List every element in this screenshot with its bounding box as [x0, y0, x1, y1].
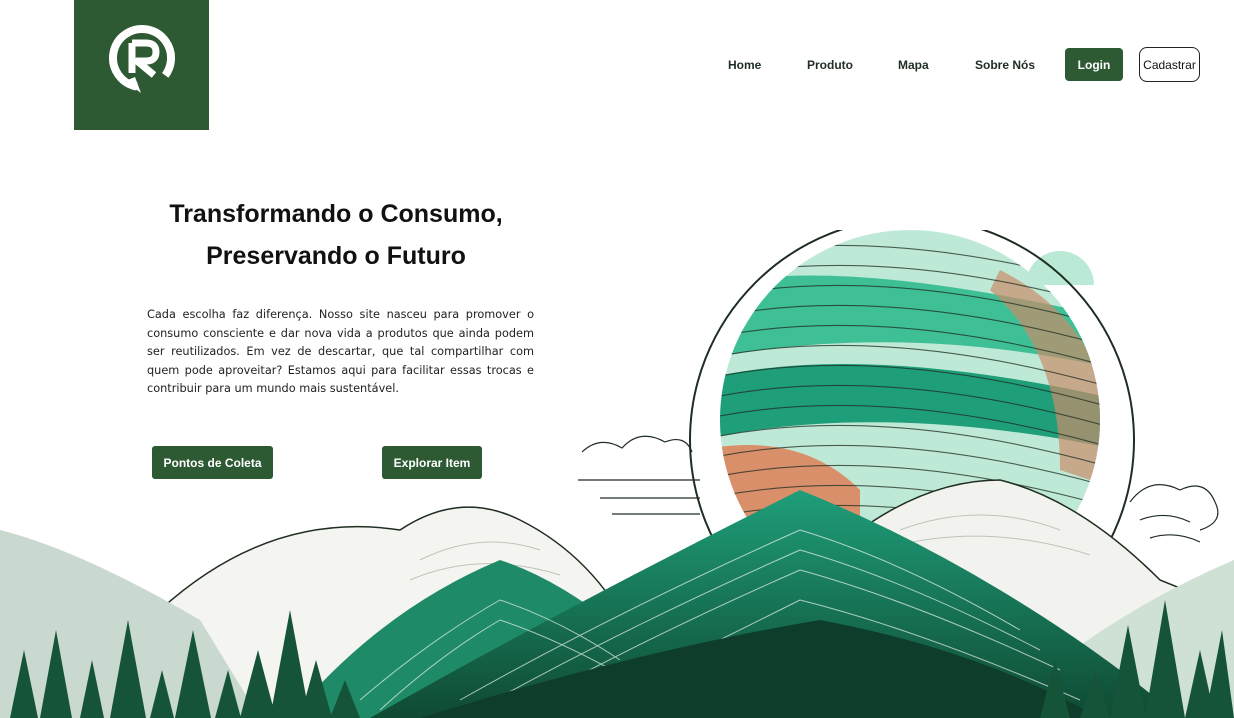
login-button[interactable]: Login	[1065, 48, 1123, 81]
hero-illustration	[0, 230, 1234, 718]
recycle-r-icon	[108, 25, 175, 93]
hero-title-line-1: Transformando o Consumo,	[169, 200, 503, 228]
main-nav: Home Produto Mapa Sobre Nós Login Cadast…	[700, 47, 1210, 82]
nav-mapa[interactable]: Mapa	[898, 58, 929, 72]
logo[interactable]	[74, 0, 209, 130]
nav-produto[interactable]: Produto	[807, 58, 853, 72]
signup-button[interactable]: Cadastrar	[1139, 47, 1200, 82]
cloud-left	[578, 435, 700, 515]
nav-home[interactable]: Home	[728, 58, 761, 72]
nav-sobre-nos[interactable]: Sobre Nós	[975, 58, 1035, 72]
cloud-right	[1129, 484, 1219, 543]
